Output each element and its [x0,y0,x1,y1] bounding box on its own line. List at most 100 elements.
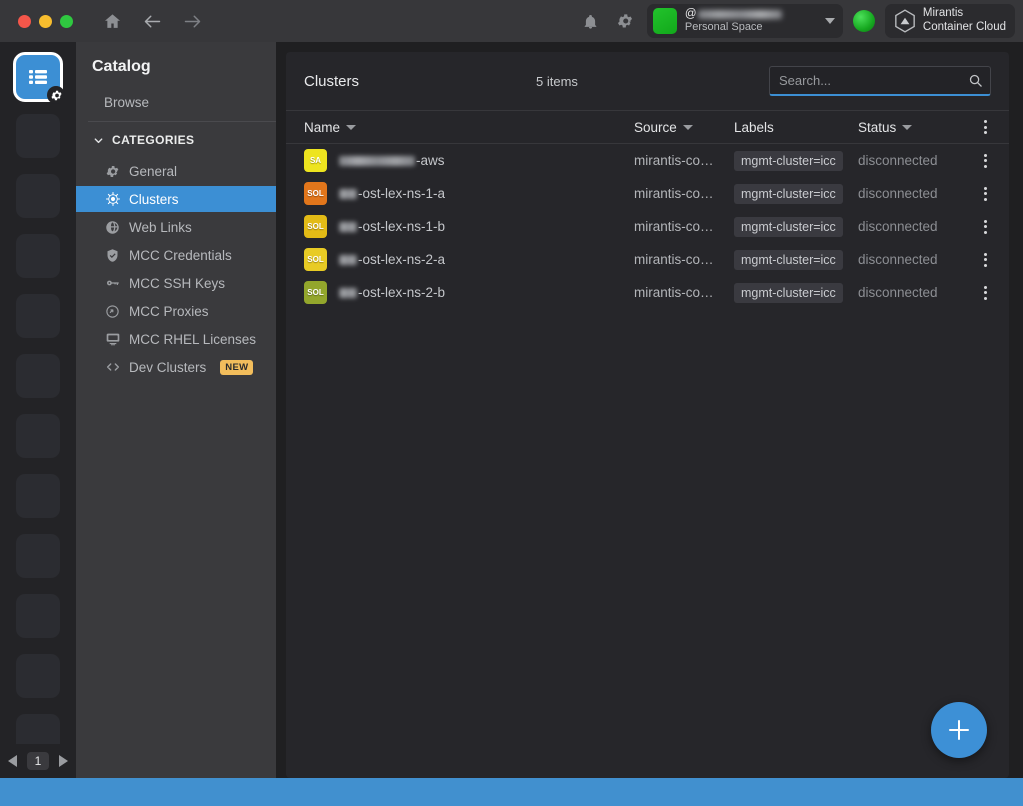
rail-item-placeholder[interactable] [16,234,60,278]
label-chip[interactable]: mgmt-cluster=icc [734,249,843,270]
label-chip[interactable]: mgmt-cluster=icc [734,150,843,171]
license-icon [104,331,121,348]
sidebar-item-mcc-credentials[interactable]: MCC Credentials [76,242,276,268]
rail-item-placeholder[interactable] [16,474,60,518]
sidebar-item-label: General [129,163,178,179]
sidebar-item-mcc-proxies[interactable]: MCC Proxies [76,298,276,324]
rail-item-placeholder[interactable] [16,594,60,638]
label-chip[interactable]: mgmt-cluster=icc [734,183,843,204]
helm-wheel-icon [104,191,121,208]
cell-source: mirantis-co… [634,186,714,201]
cell-status: disconnected [858,252,978,267]
minimize-button[interactable] [39,14,52,28]
brand-text: Mirantis Container Cloud [923,7,1006,34]
sort-arrow-icon[interactable] [902,124,913,130]
catalog-icon [29,70,47,84]
sidebar-item-label: Web Links [129,219,192,235]
gear-icon[interactable] [613,9,637,33]
cell-source: mirantis-co… [634,153,714,168]
rail-item-placeholder[interactable] [16,294,60,338]
add-cluster-fab[interactable] [931,702,987,758]
key-icon [104,275,121,292]
rail-item-placeholder[interactable] [16,174,60,218]
home-icon[interactable] [101,10,123,32]
cell-name: SA -aws [304,149,634,172]
column-label-name: Name [304,119,341,135]
bell-icon[interactable] [579,9,603,33]
status-badge: disconnected [858,153,938,168]
rail-settings-badge[interactable] [47,86,65,104]
sidebar-item-mcc-rhel-licenses[interactable]: MCC RHEL Licenses [76,326,276,352]
kebab-menu-icon[interactable] [980,185,991,203]
space-selector[interactable]: @ xxxxxxxxxx Personal Space [646,4,843,38]
sort-arrow-icon[interactable] [346,124,357,130]
table-row[interactable]: SOL -ost-lex-ns-1-b mirantis-co… mgmt-clust… [286,210,1009,243]
zoom-button[interactable] [60,14,73,28]
rail-item-placeholder[interactable] [16,654,60,698]
row-actions[interactable] [978,218,991,236]
row-actions[interactable] [978,251,991,269]
status-badge: disconnected [858,219,938,234]
table-row[interactable]: SOL -ost-lex-ns-2-b mirantis-co… mgmt-clust… [286,276,1009,309]
prev-page-arrow[interactable] [7,755,17,767]
back-arrow-icon[interactable] [141,10,163,32]
label-chip[interactable]: mgmt-cluster=icc [734,282,843,303]
column-header-source[interactable]: Source [634,120,734,135]
rail-item-placeholder[interactable] [16,534,60,578]
cluster-name-suffix: -ost-lex-ns-1-a [358,186,446,201]
close-button[interactable] [18,14,31,28]
categories-header[interactable]: CATEGORIES [76,122,276,156]
kebab-menu-icon[interactable] [980,284,991,302]
column-header-name[interactable]: Name [304,120,634,135]
cell-status: disconnected [858,153,978,168]
sidebar-item-label: MCC Credentials [129,247,232,263]
username-redacted: xxxxxxxxxx [697,10,782,20]
row-actions[interactable] [978,284,991,302]
rail-item-placeholder[interactable] [16,414,60,458]
sidebar-item-general[interactable]: General [76,158,276,184]
next-page-arrow[interactable] [59,755,69,767]
table-options[interactable] [978,118,991,136]
brand-chip[interactable]: Mirantis Container Cloud [884,4,1015,38]
globe-icon [104,219,121,236]
sidebar-item-clusters[interactable]: Clusters [76,186,276,212]
cluster-name-suffix: -ost-lex-ns-1-b [358,219,446,234]
row-actions[interactable] [978,152,991,170]
gear-icon [104,163,121,180]
kebab-menu-icon[interactable] [980,218,991,236]
sort-arrow-icon[interactable] [682,124,693,130]
rail-item-placeholder[interactable] [16,714,60,744]
sidebar-item-web-links[interactable]: Web Links [76,214,276,240]
row-actions[interactable] [978,185,991,203]
table-row[interactable]: SOL -ost-lex-ns-1-a mirantis-co… mgmt-clust… [286,177,1009,210]
titlebar-right-cluster: @ xxxxxxxxxx Personal Space Mirantis Con… [579,0,1015,42]
label-chip[interactable]: mgmt-cluster=icc [734,216,843,237]
rail-item-placeholder[interactable] [16,114,60,158]
navigation-buttons [101,10,203,32]
sidebar-item-dev-clusters[interactable]: Dev Clusters NEW [76,354,276,380]
categories-label: CATEGORIES [112,133,195,147]
rail-item-placeholder[interactable] [16,354,60,398]
sidebar-item-browse[interactable]: Browse [76,88,276,119]
search-icon[interactable] [968,73,983,93]
kebab-menu-icon[interactable] [980,152,991,170]
brand-line-1: Mirantis [922,7,964,20]
cell-status: disconnected [858,285,978,300]
page-number[interactable]: 1 [26,752,50,770]
new-badge: NEW [220,359,254,375]
rail-item-catalog[interactable] [13,52,65,104]
cell-source: mirantis-co… [634,252,714,267]
column-label-source: Source [634,119,677,135]
table-row[interactable]: SOL -ost-lex-ns-2-a mirantis-co… mgmt-clust… [286,243,1009,276]
rail-placeholder-list [16,114,60,744]
kebab-menu-icon[interactable] [980,118,991,136]
chevron-down-icon[interactable] [824,18,835,24]
sidebar-item-mcc-ssh-keys[interactable]: MCC SSH Keys [76,270,276,296]
search-input[interactable] [769,66,991,96]
column-header-status[interactable]: Status [858,120,978,135]
column-header-labels[interactable]: Labels [734,120,858,135]
cell-source: mirantis-co… [634,219,714,234]
table-row[interactable]: SA -aws mirantis-co… mgmt-cluster=icc discon… [286,144,1009,177]
forward-arrow-icon[interactable] [181,10,203,32]
kebab-menu-icon[interactable] [980,251,991,269]
